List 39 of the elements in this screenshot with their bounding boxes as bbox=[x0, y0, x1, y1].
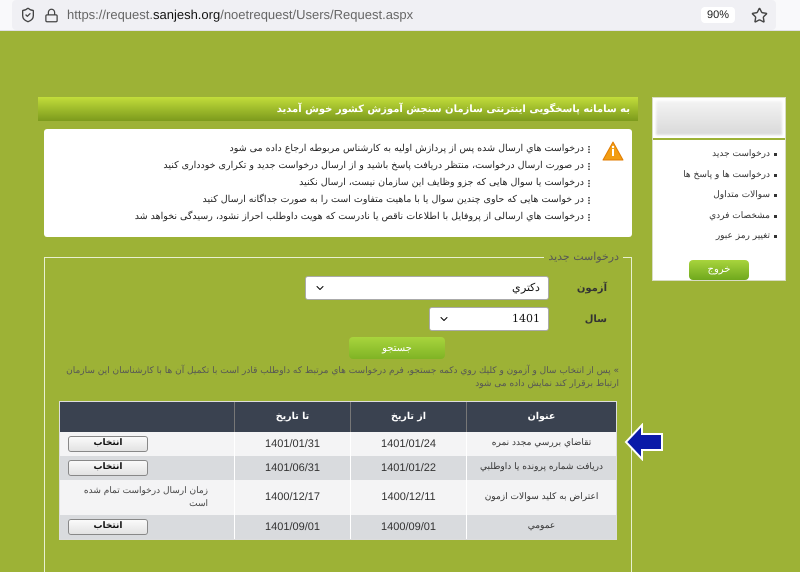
expired-note: زمان ارسال درخواست تمام شده است bbox=[82, 484, 208, 510]
bookmark-star-icon[interactable] bbox=[751, 6, 768, 24]
bullet-icon bbox=[774, 153, 777, 156]
help-text: » پس از انتخاب سال و آزمون و کلیك روي دکمه جستجو، فرم درخواست هاي مرتبط که داوطلب قادر است با تکمیل آن ها با کارشناسان این سازمان ارتباط برقرار کند نمایش داده می شود bbox=[65, 365, 619, 391]
notice-line: در خواست هایی که حاوی چندین سوال یا با ماهیت متفاوت است را به صورت جداگانه ارسال کنید bbox=[202, 193, 584, 207]
notice-line: درخواست هاي ارسال شده پس از پردازش اولیه به کارشناس مربوطه ارجاع داده می شود bbox=[230, 142, 584, 156]
notice-line: در صورت ارسال درخواست، منتظر دریافت پاسخ باشید و از ارسال درخواست جدید و تکراری خودداری کنید bbox=[163, 159, 584, 173]
sidebar-link[interactable]: مشخصات فردي bbox=[709, 210, 770, 223]
select-row-button[interactable]: انتخاب bbox=[68, 519, 148, 535]
notice-line: درخواست یا سوال هایی که جزو وظایف این سازمان نیست، ارسال نکنید bbox=[299, 176, 584, 190]
fieldset-legend: درخواست جدید bbox=[544, 249, 623, 266]
field-label: سال bbox=[584, 312, 608, 326]
bullet-icon bbox=[774, 194, 777, 198]
bullet-icon bbox=[774, 174, 777, 177]
zoom-badge[interactable]: 90% bbox=[700, 6, 735, 24]
select-row-button[interactable]: انتخاب bbox=[68, 436, 148, 452]
select-value: 1401 bbox=[512, 310, 540, 327]
table-cell: عمومي bbox=[466, 515, 616, 539]
shield-icon[interactable] bbox=[20, 7, 36, 23]
bullet-icon bbox=[774, 214, 777, 218]
notice-line: درخواست هاي ارسالی از پروفایل با اطلاعات ناقص یا نادرست که هویت داوطلب احراز نشود، رسیدگی نخواهد شد bbox=[134, 210, 584, 224]
sidebar-link[interactable]: درخواست ها و پاسخ ها bbox=[683, 168, 770, 182]
lock-icon[interactable] bbox=[44, 8, 59, 22]
pointer-arrow-icon bbox=[624, 423, 664, 461]
sidebar-link[interactable]: سوالات متداول bbox=[713, 189, 770, 202]
sidebar-link[interactable]: درخواست جدید bbox=[712, 148, 770, 162]
field-label: آزمون bbox=[576, 280, 608, 296]
sidebar-link[interactable]: تغییر رمز عبور bbox=[716, 230, 770, 244]
warning-icon bbox=[602, 141, 624, 161]
select-value: دکتري bbox=[512, 280, 540, 296]
bullet-icon bbox=[774, 235, 777, 238]
table-cell: 1400/09/01 bbox=[350, 515, 466, 539]
welcome-title-bar: به سامانه پاسخگویی اینترنتی سازمان سنجش آموزش کشور خوش آمدید bbox=[38, 97, 638, 121]
address-bar[interactable]: https://request.sanjesh.org/noetrequest/Users/Request.aspx 90% bbox=[12, 0, 776, 30]
select-row-button[interactable]: انتخاب bbox=[68, 460, 148, 476]
select-field[interactable]: دکتري bbox=[305, 276, 549, 300]
url-text: https://request.sanjesh.org/noetrequest/Users/Request.aspx bbox=[67, 6, 414, 24]
table-cell: 1401/09/01 bbox=[234, 515, 350, 539]
select-field[interactable]: 1401 bbox=[429, 307, 549, 331]
